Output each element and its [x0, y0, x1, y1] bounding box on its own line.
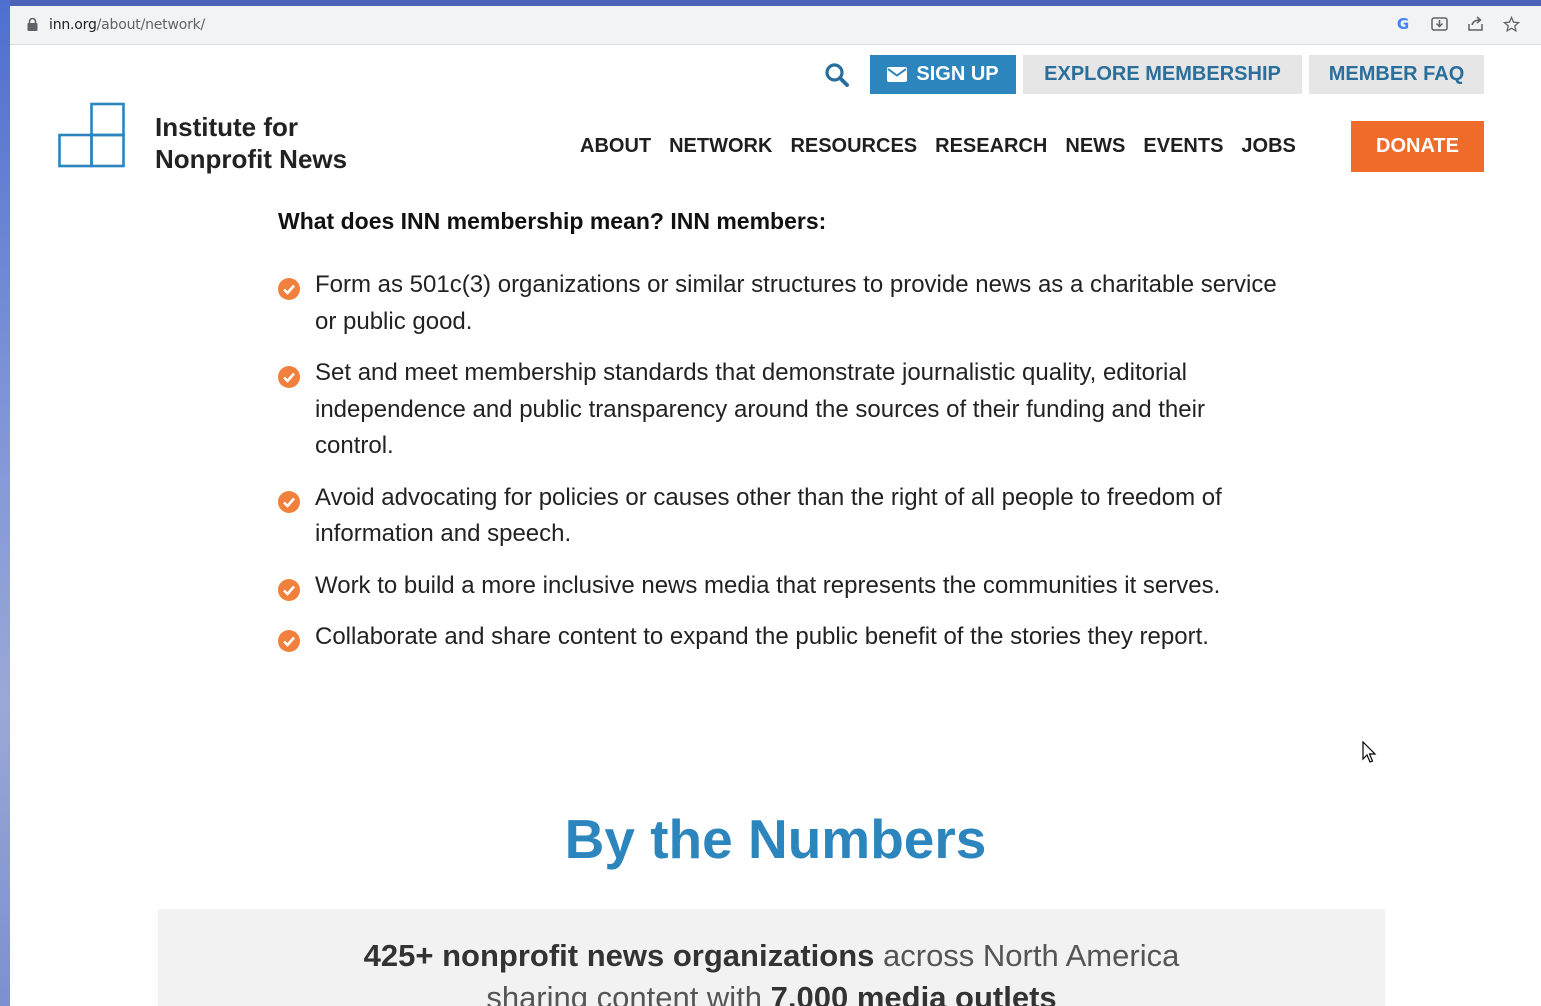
- url-path: /about/network/: [96, 17, 206, 33]
- list-item-text: Avoid advocating for policies or causes …: [315, 483, 1222, 548]
- logo-wordmark[interactable]: Institute for Nonprofit News: [155, 111, 347, 175]
- list-item-text: Work to build a more inclusive news medi…: [315, 571, 1221, 599]
- browser-window: inn.org/about/network/ G SIGN UP EXPLORE…: [10, 6, 1541, 1006]
- envelope-icon: [887, 67, 908, 82]
- cursor-icon: [1362, 741, 1377, 763]
- inn-logo-mark[interactable]: [58, 102, 126, 168]
- list-item-text: Collaborate and share content to expand …: [315, 623, 1209, 650]
- numbers-line-1: 425+ nonprofit news organizations across…: [158, 935, 1385, 977]
- numbers-line-2: sharing content with 7,000 media outlets: [158, 977, 1385, 1006]
- browser-toolbar-icons: G: [1393, 14, 1521, 34]
- by-the-numbers-title: By the Numbers: [564, 808, 987, 870]
- numbers-text-2: sharing content with: [486, 980, 771, 1006]
- logo-line-1: Institute for: [155, 112, 298, 142]
- list-item: Form as 501c(3) organizations or similar…: [278, 267, 1278, 340]
- check-icon: [278, 578, 300, 601]
- list-item-text: Set and meet membership standards that d…: [315, 359, 1205, 459]
- nav-item-network[interactable]: NETWORK: [669, 135, 772, 158]
- check-icon: [278, 278, 300, 300]
- nav-item-events[interactable]: EVENTS: [1143, 135, 1223, 158]
- nav-item-resources[interactable]: RESOURCES: [790, 135, 917, 158]
- numbers-bold-1: 425+ nonprofit news organizations: [363, 938, 875, 973]
- star-icon[interactable]: [1501, 14, 1521, 34]
- nav-item-about[interactable]: ABOUT: [580, 135, 651, 158]
- check-icon: [278, 366, 300, 388]
- list-item: Work to build a more inclusive news medi…: [278, 568, 1278, 605]
- numbers-bold-2: 7,000 media outlets: [770, 980, 1057, 1006]
- lock-icon: [27, 18, 38, 31]
- membership-intro: What does INN membership mean? INN membe…: [278, 208, 827, 234]
- main-nav: ABOUT NETWORK RESOURCES RESEARCH NEWS EV…: [580, 135, 1296, 158]
- page-content: SIGN UP EXPLORE MEMBERSHIP MEMBER FAQ In…: [10, 45, 1541, 1006]
- search-icon[interactable]: [824, 62, 850, 88]
- membership-list: Form as 501c(3) organizations or similar…: [278, 267, 1278, 671]
- list-item: Avoid advocating for policies or causes …: [278, 480, 1278, 553]
- nav-item-news[interactable]: NEWS: [1065, 135, 1125, 158]
- signup-label: SIGN UP: [916, 63, 999, 85]
- numbers-box: 425+ nonprofit news organizations across…: [158, 909, 1385, 1006]
- nav-item-jobs[interactable]: JOBS: [1241, 135, 1295, 158]
- address-bar[interactable]: inn.org/about/network/ G: [10, 6, 1541, 45]
- list-item: Collaborate and share content to expand …: [278, 619, 1278, 656]
- desktop-left-edge: [0, 0, 10, 1006]
- url-text[interactable]: inn.org/about/network/: [49, 17, 205, 33]
- list-item: Set and meet membership standards that d…: [278, 355, 1278, 465]
- logo-line-2: Nonprofit News: [155, 144, 348, 174]
- donate-button[interactable]: DONATE: [1351, 121, 1484, 172]
- nav-item-research[interactable]: RESEARCH: [935, 135, 1047, 158]
- list-item-text: Form as 501c(3) organizations or similar…: [315, 271, 1277, 335]
- numbers-text-1: across North America: [874, 938, 1180, 973]
- member-faq-button[interactable]: MEMBER FAQ: [1309, 55, 1484, 94]
- check-icon: [278, 490, 300, 513]
- google-icon[interactable]: G: [1393, 14, 1413, 34]
- url-domain: inn.org: [49, 17, 97, 33]
- signup-button[interactable]: SIGN UP: [870, 55, 1016, 94]
- check-icon: [278, 630, 300, 652]
- explore-membership-button[interactable]: EXPLORE MEMBERSHIP: [1023, 55, 1302, 94]
- download-icon[interactable]: [1429, 14, 1449, 34]
- share-icon[interactable]: [1465, 14, 1485, 34]
- numbers-text: 425+ nonprofit news organizations across…: [158, 935, 1385, 1006]
